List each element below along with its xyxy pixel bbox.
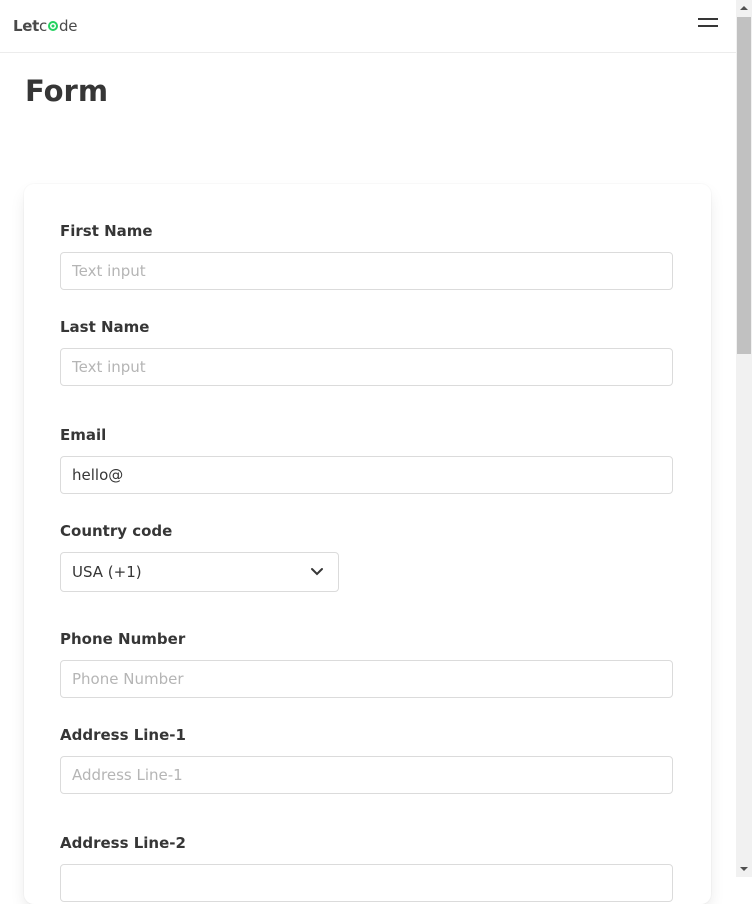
chevron-down-icon — [311, 568, 323, 576]
page-title: Form — [25, 74, 109, 108]
hamburger-icon[interactable] — [698, 17, 720, 31]
scroll-down-arrow-icon[interactable] — [736, 861, 752, 877]
country-code-select[interactable]: USA (+1) — [60, 552, 339, 592]
phone-number-input[interactable] — [60, 660, 673, 698]
last-name-input[interactable] — [60, 348, 673, 386]
phone-number-label: Phone Number — [60, 630, 186, 648]
scrollbar-thumb[interactable] — [737, 17, 751, 354]
address-line-2-label: Address Line-2 — [60, 834, 186, 852]
page: Let c de Form First Name Last Name Email… — [0, 0, 736, 904]
hamburger-line — [698, 18, 718, 20]
hamburger-line — [698, 25, 718, 27]
address-line-2-input[interactable] — [60, 864, 673, 902]
scroll-up-arrow-icon[interactable] — [736, 0, 752, 16]
logo-text-c: c — [39, 17, 47, 35]
email-label: Email — [60, 426, 107, 444]
top-navbar: Let c de — [0, 0, 736, 53]
last-name-label: Last Name — [60, 318, 150, 336]
vertical-scrollbar[interactable] — [736, 0, 752, 877]
address-line-1-label: Address Line-1 — [60, 726, 186, 744]
first-name-input[interactable] — [60, 252, 673, 290]
letcode-logo[interactable]: Let c de — [13, 16, 77, 36]
logo-text-let: Let — [13, 17, 40, 35]
country-code-label: Country code — [60, 522, 173, 540]
logo-text-de: de — [58, 17, 78, 35]
form-card — [24, 184, 711, 904]
address-line-1-input[interactable] — [60, 756, 673, 794]
country-code-selected: USA (+1) — [72, 563, 142, 581]
logo-o-icon — [47, 21, 58, 31]
first-name-label: First Name — [60, 222, 153, 240]
email-input[interactable] — [60, 456, 673, 494]
